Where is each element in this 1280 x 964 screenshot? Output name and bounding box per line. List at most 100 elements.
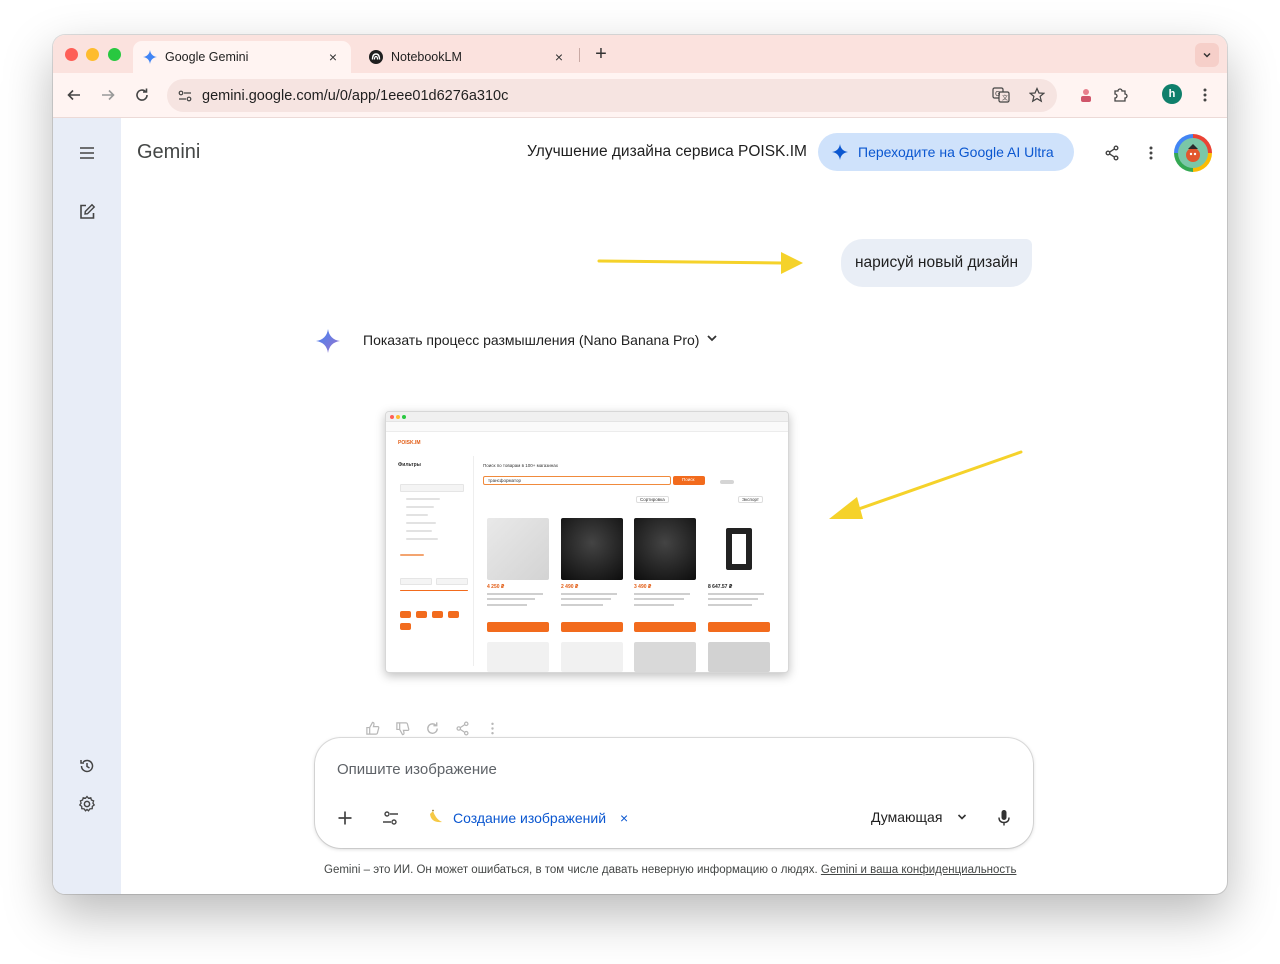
maximize-window-button[interactable] xyxy=(108,48,121,61)
arrow-right-icon xyxy=(102,89,115,101)
svg-text:文: 文 xyxy=(1002,94,1008,102)
mode-selector[interactable]: Думающая xyxy=(871,809,968,825)
image-browser-bar xyxy=(386,412,788,422)
browser-toolbar: gemini.google.com/u/0/app/1eee01d6276a31… xyxy=(53,73,1227,118)
image-export-control: Экспорт xyxy=(738,496,763,503)
tab-close-icon[interactable]: × xyxy=(325,49,341,65)
add-files-button[interactable] xyxy=(332,805,358,831)
more-vertical-icon xyxy=(1203,88,1207,102)
notebooklm-favicon-icon xyxy=(369,50,383,64)
chevron-down-icon[interactable] xyxy=(705,331,719,350)
image-product-card: 3 490 ₽ xyxy=(634,518,696,634)
activity-button[interactable] xyxy=(75,754,99,778)
mode-selector-label: Думающая xyxy=(871,809,943,825)
address-bar[interactable]: gemini.google.com/u/0/app/1eee01d6276a31… xyxy=(167,79,1057,112)
extension-person-icon xyxy=(1081,89,1091,102)
gemini-spark-icon xyxy=(316,329,340,353)
tab-notebooklm[interactable]: NotebookLM × xyxy=(359,41,577,73)
image-creation-chip-label: Создание изображений xyxy=(453,810,607,826)
extension-button[interactable] xyxy=(1075,84,1097,106)
sidebar xyxy=(53,118,121,894)
image-search-field: трансформатор xyxy=(483,476,671,485)
image-product-card xyxy=(708,642,770,672)
extensions-button[interactable] xyxy=(1109,84,1131,106)
image-product-card xyxy=(487,642,549,672)
new-tab-button[interactable]: + xyxy=(591,43,611,66)
tab-title: Google Gemini xyxy=(165,50,249,64)
response-actions xyxy=(363,719,501,737)
app-brand[interactable]: Gemini xyxy=(137,141,200,164)
browser-menu-button[interactable] xyxy=(1194,84,1216,106)
microphone-icon xyxy=(998,810,1010,826)
gemini-favicon-icon xyxy=(143,50,157,64)
tab-separator xyxy=(579,48,580,62)
bookmark-star-icon[interactable] xyxy=(1027,85,1047,105)
image-product-card xyxy=(561,642,623,672)
prompt-input[interactable] xyxy=(337,758,997,780)
puzzle-icon xyxy=(1114,88,1128,102)
image-product-price: 8 647.57 ₽ xyxy=(708,584,733,590)
share-icon[interactable] xyxy=(453,719,471,737)
forward-button[interactable] xyxy=(97,84,119,106)
image-product-card xyxy=(634,642,696,672)
more-vertical-icon[interactable] xyxy=(483,719,501,737)
show-thinking-toggle[interactable]: Показать процесс размышления (Nano Banan… xyxy=(363,332,699,348)
image-search-button: Поиск xyxy=(673,476,705,485)
remove-chip-icon[interactable]: × xyxy=(620,810,628,826)
chevron-down-icon xyxy=(958,814,967,820)
user-message: нарисуй новый дизайн xyxy=(841,239,1033,287)
chevron-down-icon xyxy=(1203,52,1211,58)
history-icon xyxy=(80,759,94,773)
share-button[interactable] xyxy=(1100,141,1124,165)
image-product-card: 2 490 ₽ xyxy=(561,518,623,634)
tab-strip: Google Gemini × NotebookLM × + xyxy=(53,35,1227,73)
share-icon xyxy=(1105,145,1119,161)
page-title: Улучшение дизайна сервиса POISK.IM xyxy=(527,143,807,160)
hamburger-menu-icon xyxy=(80,147,94,159)
main-menu-button[interactable] xyxy=(75,141,99,165)
image-creation-chip[interactable]: Создание изображений × xyxy=(427,805,628,831)
image-product-price: 4 250 ₽ xyxy=(487,584,505,590)
minimize-window-button[interactable] xyxy=(86,48,99,61)
image-product-card: 8 647.57 ₽ xyxy=(708,518,770,634)
annotation-arrow-right xyxy=(597,252,803,274)
avatar-character-icon xyxy=(1186,144,1200,162)
close-window-button[interactable] xyxy=(65,48,78,61)
settings-button[interactable] xyxy=(75,792,99,816)
image-search-heading: Поиск по товарам в 100+ магазинах xyxy=(483,463,559,468)
edit-icon xyxy=(80,203,96,219)
tune-icon xyxy=(383,811,398,825)
conversation-menu-button[interactable] xyxy=(1139,141,1163,165)
footer-disclaimer: Gemini – это ИИ. Он может ошибаться, в т… xyxy=(324,864,1016,876)
regenerate-icon[interactable] xyxy=(423,719,441,737)
plus-icon xyxy=(338,811,352,825)
account-avatar[interactable] xyxy=(1174,134,1212,172)
tab-search-button[interactable] xyxy=(1195,43,1219,67)
reload-button[interactable] xyxy=(131,84,153,106)
thumbs-down-icon[interactable] xyxy=(393,719,411,737)
thumbs-up-icon[interactable] xyxy=(363,719,381,737)
browser-profile-avatar[interactable]: h xyxy=(1162,84,1182,104)
tools-button[interactable] xyxy=(378,805,404,831)
annotation-arrow-left xyxy=(829,450,1023,519)
gemini-spark-icon xyxy=(832,144,848,160)
upgrade-button[interactable]: Переходите на Google AI Ultra xyxy=(818,133,1074,171)
site-settings-icon[interactable] xyxy=(177,88,193,104)
tab-close-icon[interactable]: × xyxy=(551,49,567,65)
back-button[interactable] xyxy=(63,84,85,106)
banana-icon xyxy=(430,809,442,823)
translate-icon[interactable]: G文 xyxy=(991,85,1011,105)
prompt-composer: Создание изображений × Думающая xyxy=(315,738,1033,848)
tab-google-gemini[interactable]: Google Gemini × xyxy=(133,41,351,73)
generated-image[interactable]: POISK.IM Фильтры Поиск по товарам в 100+… xyxy=(385,411,789,673)
image-bookmarks-bar xyxy=(386,422,788,432)
microphone-button[interactable] xyxy=(991,805,1017,831)
image-filters-panel: Фильтры xyxy=(394,456,474,666)
new-chat-button[interactable] xyxy=(75,200,99,224)
disclaimer-text: Gemini – это ИИ. Он может ошибаться, в т… xyxy=(324,864,821,876)
url-text[interactable]: gemini.google.com/u/0/app/1eee01d6276a31… xyxy=(202,88,508,104)
privacy-link[interactable]: Gemini и ваша конфиденциальность xyxy=(821,864,1017,876)
gear-icon xyxy=(78,795,96,812)
tab-title: NotebookLM xyxy=(391,50,462,64)
image-product-price: 3 490 ₽ xyxy=(634,584,652,590)
